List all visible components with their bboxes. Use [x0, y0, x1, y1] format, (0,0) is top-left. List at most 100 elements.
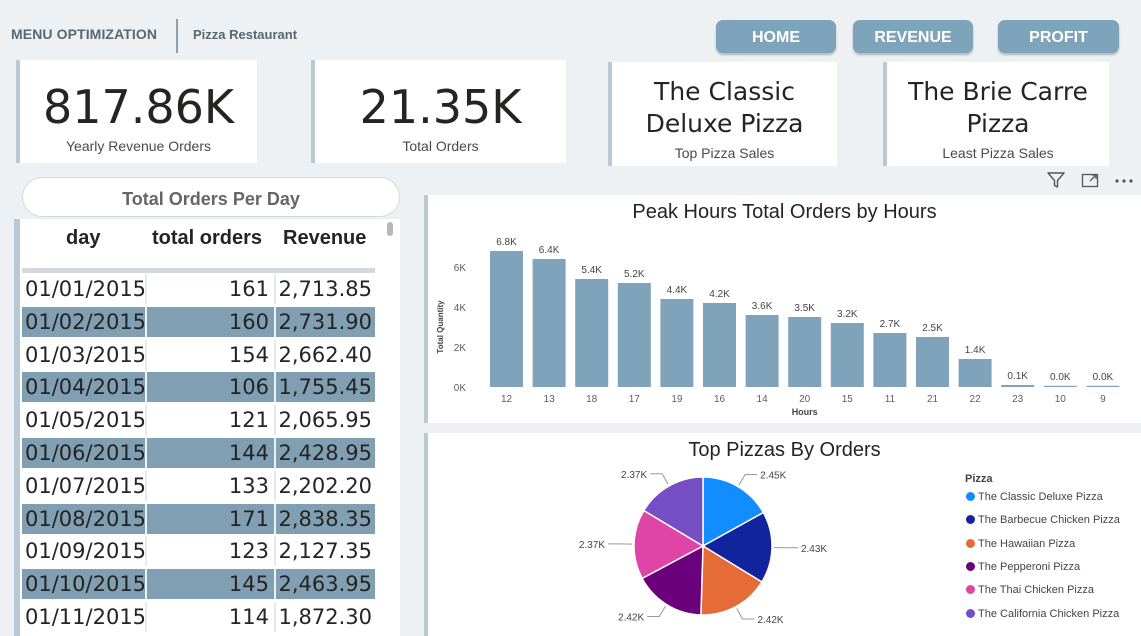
table-row[interactable]: 01/04/2015 106 1,755.45 — [22, 372, 375, 403]
kpi-orders-label: Total Orders — [402, 138, 479, 154]
bar — [532, 259, 566, 387]
cell-revenue: 2,838.35 — [278, 506, 372, 531]
column-divider — [145, 339, 147, 370]
column-header-day[interactable]: day — [66, 227, 100, 250]
revenue-button[interactable]: REVENUE — [853, 20, 973, 53]
cell-day: 01/06/2015 — [25, 441, 147, 465]
dashboard-title: MENU OPTIMIZATION — [11, 26, 158, 42]
column-divider — [274, 569, 276, 600]
bar — [490, 251, 523, 387]
peak-hours-chart-panel[interactable]: Peak Hours Total Orders by Hours 0K 2K 4K 6… — [424, 195, 1141, 423]
bar-data-label: 6.4K — [539, 245, 560, 256]
cell-total-orders: 161 — [228, 277, 269, 301]
bar-chart: 0K 2K 4K 6K Total Quantity 6.8K 12 6.4K 13 5.4K 18… — [436, 237, 1120, 417]
legend-dot-icon — [966, 538, 975, 548]
table-row[interactable]: 01/06/2015 144 2,428.95 — [22, 438, 375, 468]
kpi-least-pizza-line2: Pizza — [966, 109, 1030, 138]
x-tick-label: 10 — [1055, 394, 1067, 405]
bar-data-label: 2.7K — [880, 319, 901, 330]
dashboard-subtitle: Pizza Restaurant — [193, 27, 298, 42]
cell-total-orders: 145 — [228, 572, 269, 597]
column-divider — [274, 339, 276, 370]
column-divider — [274, 503, 276, 534]
focus-mode-icon[interactable] — [1078, 170, 1102, 192]
profit-button[interactable]: PROFIT — [998, 20, 1119, 53]
kpi-card-orders: 21.35K Total Orders — [311, 60, 566, 163]
bar — [745, 315, 779, 387]
table-row[interactable]: 01/10/2015 145 2,463.95 — [22, 569, 375, 600]
cell-total-orders: 121 — [228, 408, 269, 433]
column-header-total-orders[interactable]: total orders — [152, 227, 262, 250]
top-pizzas-chart-panel[interactable]: Top Pizzas By Orders 2.45K 2.43K 2.42K 2.42… — [424, 433, 1141, 636]
legend-item[interactable]: The Classic Deluxe Pizza — [966, 491, 1103, 503]
legend-item[interactable]: The Hawaiian Pizza — [966, 538, 1075, 550]
legend-item[interactable]: The California Chicken Pizza — [966, 608, 1119, 620]
cell-day: 01/11/2015 — [25, 605, 147, 629]
cell-day: 01/07/2015 — [25, 473, 147, 498]
cell-total-orders: 114 — [228, 605, 269, 629]
table-scrollbar[interactable] — [387, 222, 393, 236]
column-header-revenue[interactable]: Revenue — [283, 227, 366, 250]
kpi-card-least-pizza: The Brie Carre Pizza Least Pizza Sales — [883, 62, 1109, 166]
table-row[interactable]: 01/07/2015 133 2,202.20 — [22, 470, 375, 501]
bar — [1086, 385, 1120, 387]
column-divider — [274, 405, 276, 436]
cell-total-orders: 171 — [228, 506, 269, 531]
bar — [703, 303, 736, 387]
column-divider — [145, 602, 147, 632]
column-divider — [274, 372, 276, 403]
kpi-top-pizza-line2: Deluxe Pizza — [645, 109, 804, 138]
pie-data-label: 2.42K — [757, 615, 783, 626]
kpi-top-pizza-label: Top Pizza Sales — [674, 145, 775, 161]
cell-revenue: 2,127.35 — [278, 539, 372, 564]
legend-item[interactable]: The Barbecue Chicken Pizza — [966, 514, 1120, 526]
x-tick-label: 20 — [799, 394, 811, 405]
bar — [1001, 385, 1035, 387]
table-row[interactable]: 01/03/2015 154 2,662.40 — [22, 339, 375, 370]
bar-data-label: 1.4K — [965, 345, 986, 356]
legend-dot-icon — [966, 492, 975, 501]
table-row[interactable]: 01/02/2015 160 2,731.90 — [22, 306, 375, 337]
x-axis-label: Hours — [792, 407, 818, 417]
cell-day: 01/08/2015 — [25, 506, 147, 531]
more-options-icon[interactable] — [1112, 170, 1136, 192]
legend-title: Pizza — [965, 473, 993, 485]
column-divider — [145, 536, 147, 567]
pie-leader-line — [738, 473, 758, 486]
cell-day: 01/05/2015 — [25, 408, 147, 433]
cell-day: 01/09/2015 — [25, 539, 147, 564]
bar-data-label: 6.8K — [496, 237, 517, 248]
legend-dot-icon — [966, 585, 975, 595]
bar — [958, 359, 992, 387]
table-row[interactable]: 01/09/2015 123 2,127.35 — [22, 536, 375, 567]
cell-day: 01/03/2015 — [25, 342, 147, 367]
kpi-card-revenue: 817.86K Yearly Revenue Orders — [16, 60, 257, 163]
bar — [575, 279, 609, 387]
column-divider — [274, 306, 276, 337]
table-row[interactable]: 01/08/2015 171 2,838.35 — [22, 503, 375, 534]
kpi-least-pizza-label: Least Pizza Sales — [942, 145, 1054, 161]
pie-leader-line — [650, 473, 669, 485]
table-row[interactable]: 01/01/2015 161 2,713.85 — [22, 274, 375, 304]
kpi-least-pizza-line1: The Brie Carre — [908, 77, 1088, 106]
x-tick-label: 23 — [1012, 394, 1024, 405]
table-row[interactable]: 01/11/2015 114 1,872.30 — [22, 602, 375, 632]
filter-icon[interactable] — [1044, 170, 1068, 192]
pie-data-label: 2.43K — [801, 544, 827, 555]
table-row[interactable]: 01/05/2015 121 2,065.95 — [22, 405, 375, 436]
bar-data-label: 4.4K — [667, 285, 688, 296]
column-divider — [274, 274, 276, 304]
bar — [873, 333, 907, 387]
cell-day: 01/02/2015 — [25, 309, 147, 334]
cell-day: 01/01/2015 — [25, 277, 147, 301]
cell-revenue: 1,755.45 — [278, 375, 372, 400]
legend-item[interactable]: The Thai Chicken Pizza — [966, 584, 1094, 596]
bar-data-label: 4.2K — [709, 289, 730, 300]
pie-data-label: 2.42K — [618, 612, 644, 623]
home-button[interactable]: HOME — [716, 20, 836, 53]
cell-revenue: 2,428.95 — [278, 441, 372, 465]
legend-item[interactable]: The Pepperoni Pizza — [966, 561, 1080, 573]
column-divider — [274, 470, 276, 501]
column-divider — [145, 470, 147, 501]
bar-data-label: 0.1K — [1007, 371, 1028, 382]
